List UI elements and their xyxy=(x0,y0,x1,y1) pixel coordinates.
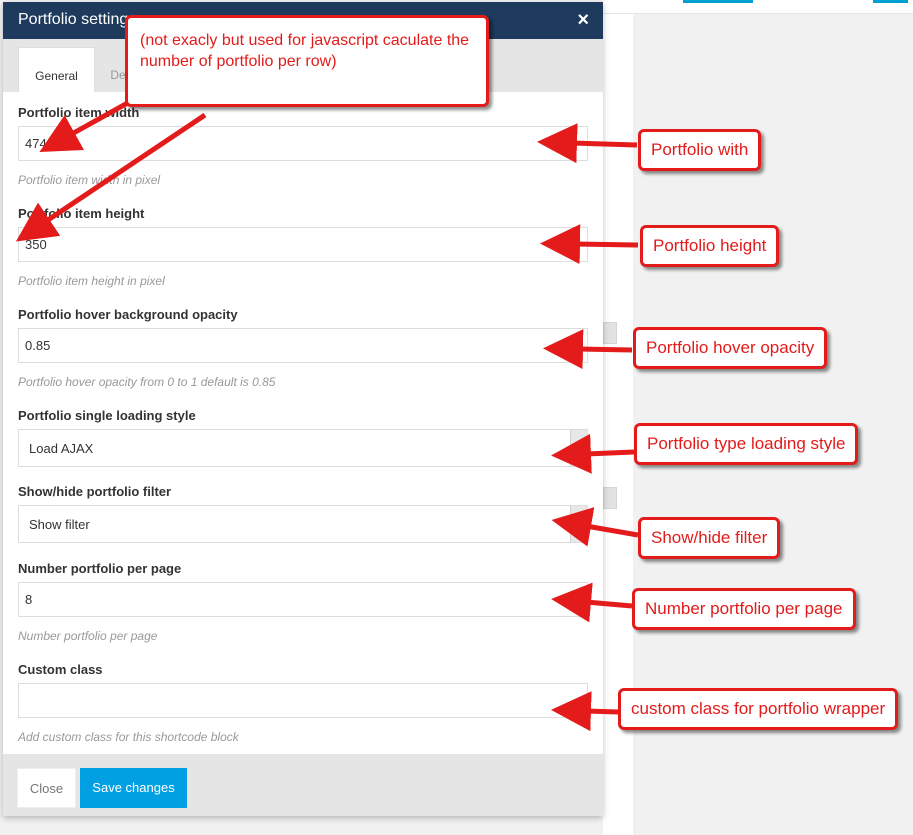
show-filter-value: Show filter xyxy=(29,517,90,532)
hover-opacity-label: Portfolio hover background opacity xyxy=(18,307,238,322)
hover-opacity-input[interactable]: 0.85 xyxy=(18,328,588,363)
annotation-width: Portfolio with xyxy=(638,129,762,171)
modal-title: Portfolio settings xyxy=(18,11,137,28)
background-button[interactable] xyxy=(683,0,753,3)
close-icon[interactable]: × xyxy=(577,10,589,30)
loading-style-label: Portfolio single loading style xyxy=(18,408,196,423)
annotation-hover: Portfolio hover opacity xyxy=(633,327,828,369)
item-height-help: Portfolio item height in pixel xyxy=(18,274,165,288)
tab-general[interactable]: General xyxy=(18,47,95,92)
modal-footer: Close Save changes xyxy=(3,754,603,816)
per-page-input[interactable]: 8 xyxy=(18,582,588,617)
portfolio-settings-modal: Portfolio settings × General Design Port… xyxy=(3,2,603,816)
chevron-down-icon[interactable] xyxy=(570,506,587,542)
background-edit-handle[interactable] xyxy=(603,322,617,344)
annotation-loading: Portfolio type loading style xyxy=(634,423,859,465)
hover-opacity-help: Portfolio hover opacity from 0 to 1 defa… xyxy=(18,375,276,389)
item-width-input[interactable]: 474 xyxy=(18,126,588,161)
item-height-label: Portfolio item height xyxy=(18,206,145,221)
annotation-per-page: Number portfolio per page xyxy=(632,588,856,630)
loading-style-value: Load AJAX xyxy=(29,441,94,456)
background-button[interactable] xyxy=(873,0,908,3)
close-button[interactable]: Close xyxy=(17,768,76,808)
custom-class-input[interactable] xyxy=(18,683,588,718)
annotation-height: Portfolio height xyxy=(640,225,780,267)
per-page-help: Number portfolio per page xyxy=(18,629,158,643)
loading-style-select[interactable]: Load AJAX xyxy=(18,429,588,467)
annotation-note: (not exacly but used for javascript cacu… xyxy=(125,15,489,107)
chevron-down-icon[interactable] xyxy=(570,430,587,466)
item-width-label: Portfolio item width xyxy=(18,105,140,120)
show-filter-label: Show/hide portfolio filter xyxy=(18,484,172,499)
background-edit-handle[interactable] xyxy=(603,487,617,509)
custom-class-label: Custom class xyxy=(18,662,103,677)
annotation-filter: Show/hide filter xyxy=(638,517,781,559)
annotation-custom: custom class for portfolio wrapper xyxy=(618,688,899,730)
item-width-help: Portfolio item width in pixel xyxy=(18,173,161,187)
background-toolbar xyxy=(603,0,913,14)
custom-class-help: Add custom class for this shortcode bloc… xyxy=(18,730,239,744)
item-height-input[interactable]: 350 xyxy=(18,227,588,262)
per-page-label: Number portfolio per page xyxy=(18,561,182,576)
show-filter-select[interactable]: Show filter xyxy=(18,505,588,543)
save-changes-button[interactable]: Save changes xyxy=(80,768,187,808)
